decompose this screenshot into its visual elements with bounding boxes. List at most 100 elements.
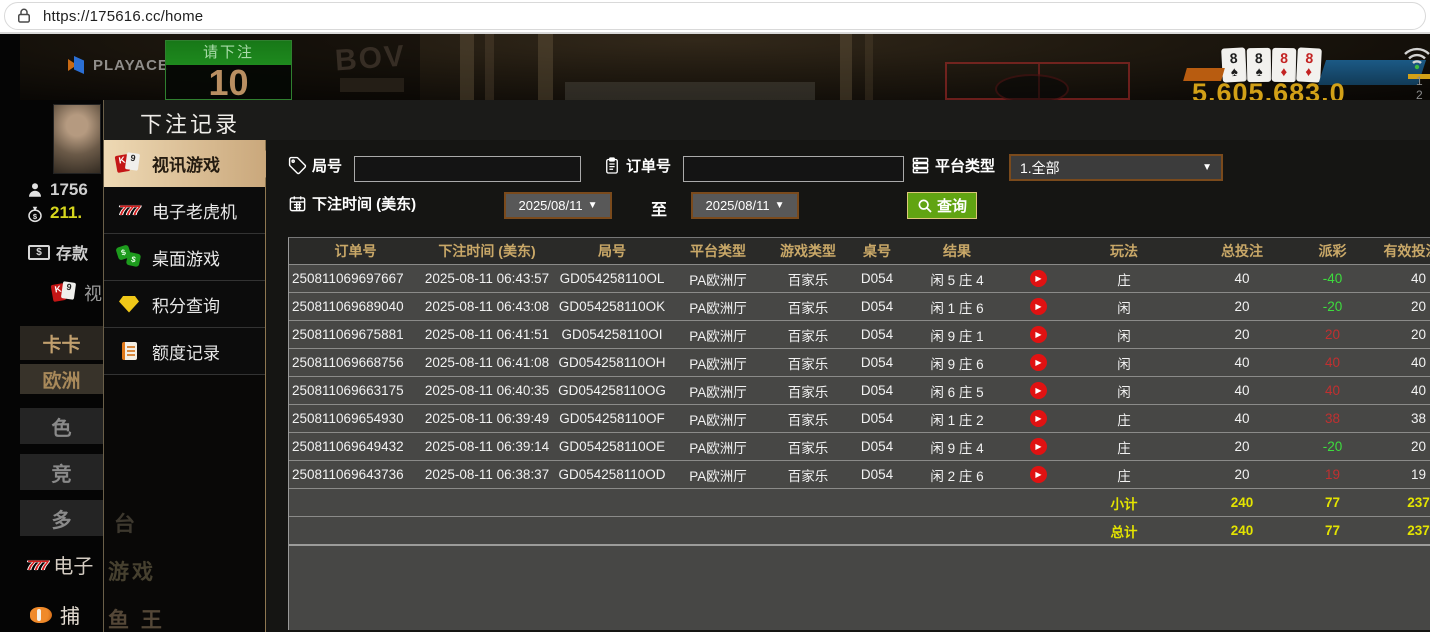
wheel-silhouette [995, 74, 1069, 100]
cell-platform: PA欧洲厅 [689, 384, 747, 400]
replay-button[interactable] [1029, 382, 1047, 399]
platform-field-label-text: 平台类型 [935, 158, 996, 175]
date-from-select[interactable]: 2025/08/11 ▼ [504, 192, 612, 219]
replay-button[interactable] [1029, 270, 1047, 287]
cell-play-type: 闲 [1117, 300, 1131, 316]
cell-order-number: 250811069649432 [292, 439, 404, 454]
cell-result: 闲 9 庄 6 [930, 356, 984, 372]
tab-slots[interactable]: 777 电子老虎机 [104, 187, 265, 234]
subtotal-payout: 77 [1324, 495, 1341, 510]
lobby-item-5[interactable]: 多 [20, 500, 103, 536]
tab-credit-records[interactable]: 额度记录 [104, 328, 265, 375]
tab-table-games[interactable]: $ $ 桌面游戏 [104, 234, 265, 281]
replay-button[interactable] [1029, 298, 1047, 315]
cell-round-number: GD054258110OG [558, 383, 666, 398]
table-row: 250811069689040 2025-08-11 06:43:08 GD05… [289, 292, 1430, 320]
server-list-icon [912, 157, 929, 174]
cell-result: 闲 2 庄 6 [930, 468, 984, 484]
cell-payout: 19 [1324, 467, 1341, 482]
table-row: 250811069697667 2025-08-11 06:43:57 GD05… [289, 264, 1430, 292]
cell-result: 闲 9 庄 4 [930, 440, 984, 456]
deposit-button[interactable]: $ 存款 [28, 240, 88, 264]
replay-button[interactable] [1029, 354, 1047, 371]
cell-total-bet: 40 [1234, 383, 1250, 398]
lobby-item-4[interactable]: 竞 [20, 454, 103, 490]
cell-result: 闲 6 庄 5 [930, 384, 984, 400]
replay-button[interactable] [1029, 326, 1047, 343]
cell-payout: 40 [1324, 383, 1341, 398]
tab-label: 视讯游戏 [152, 156, 220, 175]
subtotal-total-bet: 240 [1230, 495, 1254, 510]
cell-total-bet: 20 [1234, 439, 1250, 454]
cell-platform: PA欧洲厅 [689, 300, 747, 316]
address-bar[interactable]: https://175616.cc/home [4, 2, 1426, 30]
bet-records-table: 订单号 下注时间 (美东) 局号 平台类型 游戏类型 桌号 结果 玩法 总投注 … [288, 237, 1430, 630]
round-input[interactable] [354, 156, 581, 182]
deposit-icon: $ [28, 244, 50, 260]
cell-bet-time: 2025-08-11 06:43:08 [424, 299, 550, 314]
video-menu-label: 视 [84, 284, 102, 304]
cards-icon: K9 [114, 151, 144, 175]
occluded-background-text: 台 [114, 513, 138, 536]
cell-game-type: 百家乐 [787, 412, 829, 428]
col-header-order: 订单号 [334, 243, 377, 259]
cell-round-number: GD054258110OK [558, 299, 666, 314]
cell-valid-bet: 20 [1410, 327, 1427, 342]
user-id: 1756 [50, 180, 88, 199]
pillar [460, 34, 474, 100]
lobby-item-2-label: 欧洲 [42, 370, 81, 392]
replay-button[interactable] [1029, 410, 1047, 427]
search-button[interactable]: 查询 [907, 192, 978, 219]
pillar [485, 34, 494, 100]
lobby-item-5-label: 多 [51, 509, 72, 532]
cell-result: 闲 5 庄 4 [930, 272, 984, 288]
cell-bet-time: 2025-08-11 06:41:51 [424, 327, 550, 342]
platform-select-value: 1.全部 [1020, 159, 1060, 176]
casino-studio-backdrop: PLAYACE 请下注 10 BOV 8 ♠ 8 ♠ 8 ♦ 8 ♦ 5,605,683.0 … [20, 34, 1430, 100]
order-input[interactable] [683, 156, 904, 182]
col-header-result: 结果 [943, 243, 971, 259]
cell-play-type: 庄 [1117, 272, 1131, 288]
signal-level-1: 1 [1416, 74, 1423, 88]
cell-order-number: 250811069689040 [292, 299, 404, 314]
cell-order-number: 250811069697667 [292, 271, 404, 286]
slots-menu-label: 电子 [53, 556, 94, 578]
cell-round-number: GD054258110OF [559, 411, 665, 426]
tab-points-query[interactable]: 积分查询 [104, 281, 265, 328]
lobby-item-2[interactable]: 欧洲 [20, 364, 103, 394]
cell-payout: -20 [1322, 439, 1343, 454]
lobby-item-1[interactable]: 卡卡 [20, 326, 103, 360]
cell-bet-time: 2025-08-11 06:39:49 [424, 411, 550, 426]
playace-logo-icon [68, 56, 86, 74]
cell-play-type: 庄 [1117, 440, 1131, 456]
grand-total-label: 总计 [1110, 524, 1138, 540]
bov-sign-base [340, 78, 404, 92]
cell-game-type: 百家乐 [787, 440, 829, 456]
date-to-select[interactable]: 2025/08/11 ▼ [691, 192, 799, 219]
cell-order-number: 250811069643736 [292, 467, 404, 482]
table-row: 250811069663175 2025-08-11 06:40:35 GD05… [289, 376, 1430, 404]
fishing-menu-item[interactable]: 捕 [30, 600, 80, 629]
cell-payout: -20 [1322, 299, 1343, 314]
svg-text:$: $ [33, 211, 38, 220]
col-header-time: 下注时间 (美东) [438, 243, 536, 259]
lobby-item-4-label: 竞 [51, 463, 72, 486]
tab-video-games[interactable]: K9 视讯游戏 [104, 140, 278, 187]
col-header-game-type: 游戏类型 [780, 243, 836, 259]
lobby-item-3[interactable]: 色 [20, 408, 103, 444]
cell-round-number: GD054258110OL [559, 271, 665, 286]
replay-button[interactable] [1029, 438, 1047, 455]
col-header-play: 玩法 [1110, 243, 1138, 259]
cell-valid-bet: 40 [1410, 355, 1427, 370]
replay-button[interactable] [1029, 466, 1047, 483]
table-row: 250811069668756 2025-08-11 06:41:08 GD05… [289, 348, 1430, 376]
cell-round-number: GD054258110OD [558, 467, 666, 482]
slots-menu-item[interactable]: 777 电子 [27, 550, 93, 579]
video-menu-item[interactable]: K9 视 [50, 280, 102, 306]
platform-select[interactable]: 1.全部 ▼ [1009, 154, 1223, 181]
table-row: 250811069654930 2025-08-11 06:39:49 GD05… [289, 404, 1430, 432]
url-text[interactable]: https://175616.cc/home [43, 8, 203, 25]
cell-round-number: GD054258110OI [561, 327, 663, 342]
lobby-item-3-label: 色 [51, 417, 72, 440]
user-icon [29, 183, 41, 197]
